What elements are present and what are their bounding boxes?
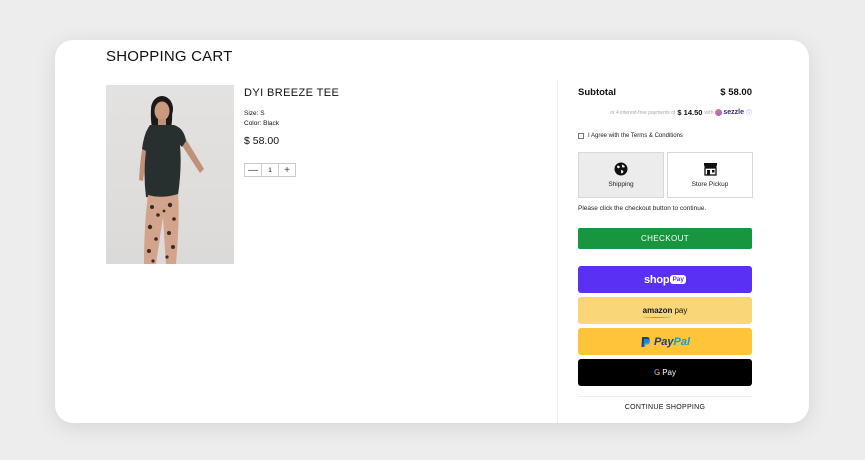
quantity-increase-button[interactable]: +: [278, 164, 295, 176]
info-icon[interactable]: ⓘ: [746, 108, 752, 117]
product-price: $ 58.00: [244, 135, 280, 147]
shop-pay-shop: shop: [643, 273, 670, 286]
checkout-note: Please click the checkout button to cont…: [578, 205, 707, 212]
sezzle-mark-icon: [715, 109, 723, 116]
google-pay-button[interactable]: G Pay: [578, 359, 752, 386]
continue-shopping-link[interactable]: CONTINUE SHOPPING: [578, 404, 752, 411]
shipping-label: Shipping: [608, 181, 634, 188]
paypal-icon: [641, 336, 651, 347]
shop-pay-button[interactable]: shop Pay: [578, 266, 752, 293]
subtotal-label: Subtotal: [578, 87, 616, 98]
storefront-icon: [703, 163, 717, 176]
sezzle-installments: or 4 interest-free payments of $ 14.50 w…: [578, 108, 752, 117]
paypal-pal-word: Pal: [673, 335, 691, 348]
summary-divider: [578, 396, 752, 397]
sezzle-prefix: or 4 interest-free payments of: [610, 109, 676, 116]
terms-agreement: I Agree with the Terms & Conditions: [578, 133, 683, 139]
product-name[interactable]: DYI BREEZE TEE: [244, 87, 339, 99]
column-divider: [557, 80, 558, 423]
amazon-smile-icon: [642, 315, 671, 318]
quantity-stepper: — 1 +: [244, 163, 296, 177]
product-color: Color: Black: [244, 120, 280, 127]
amazon-word: amazon: [642, 306, 673, 315]
product-image[interactable]: [106, 85, 234, 264]
quantity-value[interactable]: 1: [262, 164, 278, 176]
page-title: SHOPPING CART: [106, 48, 233, 65]
google-pay-word: Pay: [662, 368, 677, 377]
paypal-button[interactable]: Pay Pal: [578, 328, 752, 355]
sezzle-with: with: [704, 109, 714, 116]
amazon-pay-button[interactable]: amazon pay: [578, 297, 752, 324]
subtotal-value: $ 58.00: [720, 87, 752, 98]
product-size: Size: S: [244, 110, 265, 117]
terms-label[interactable]: I Agree with the Terms & Conditions: [588, 133, 683, 139]
store-pickup-label: Store Pickup: [691, 181, 729, 188]
quantity-decrease-button[interactable]: —: [245, 164, 262, 176]
shipping-option[interactable]: Shipping: [578, 152, 664, 198]
shop-pay-pill: Pay: [670, 275, 687, 284]
sezzle-logo[interactable]: sezzle: [715, 109, 744, 116]
checkout-button[interactable]: CHECKOUT: [578, 228, 752, 249]
product-photo: [139, 96, 204, 264]
store-pickup-option[interactable]: Store Pickup: [667, 152, 753, 198]
amazon-pay-word: pay: [674, 306, 688, 315]
sezzle-brand: sezzle: [723, 109, 744, 116]
terms-checkbox[interactable]: [578, 133, 584, 139]
paypal-pay-word: Pay: [653, 335, 674, 348]
cart-card: SHOPPING CART DYI BREEZE TEE Size: S Col…: [55, 40, 809, 423]
google-g-icon: G: [653, 368, 661, 377]
globe-icon: [614, 162, 628, 176]
amazon-logo: amazon: [642, 306, 673, 318]
sezzle-amount: $ 14.50: [677, 108, 703, 117]
